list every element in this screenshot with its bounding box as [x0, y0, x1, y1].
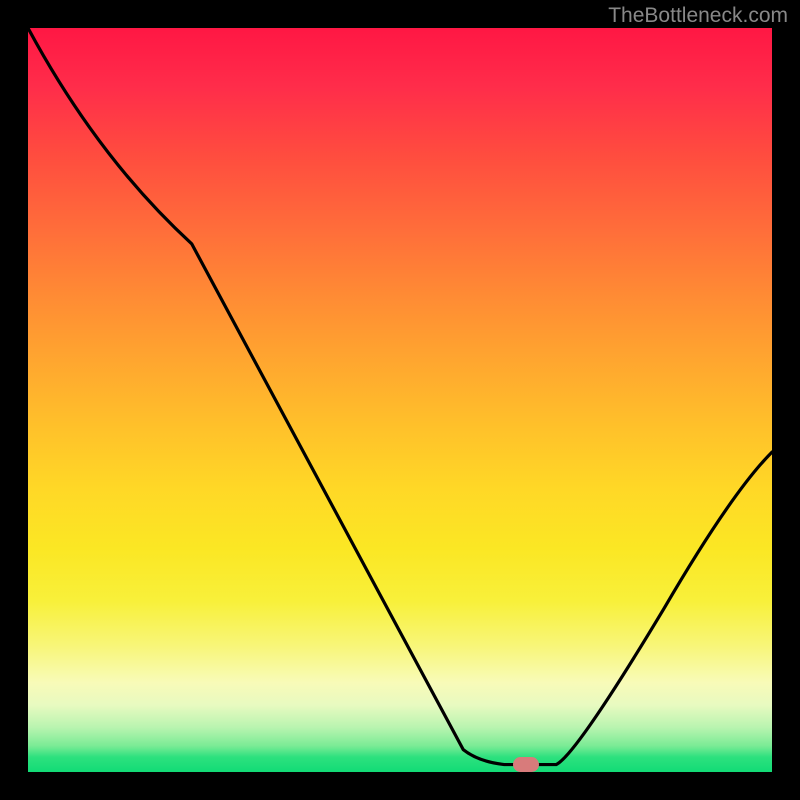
chart-curve [28, 28, 772, 772]
optimal-point-marker [513, 757, 539, 772]
chart-plot-area [28, 28, 772, 772]
watermark-text: TheBottleneck.com [608, 4, 788, 28]
